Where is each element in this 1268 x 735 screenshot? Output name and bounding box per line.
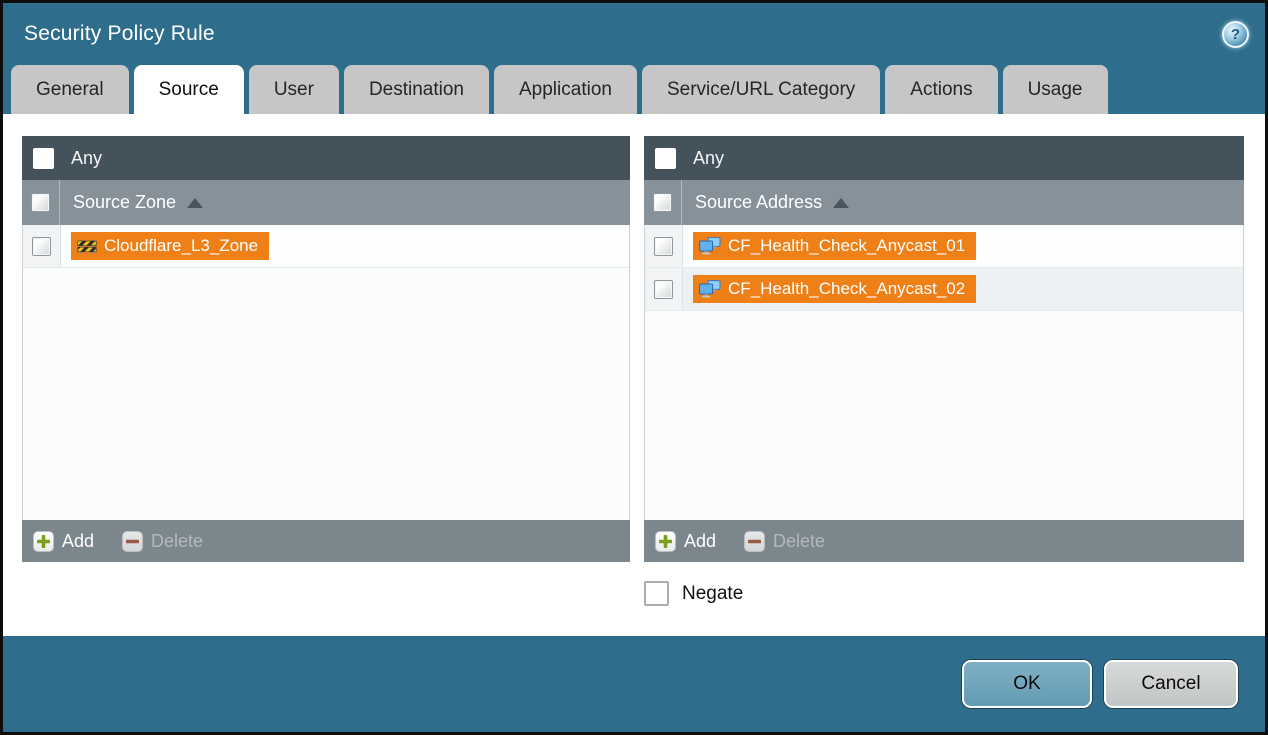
dialog-footer: OK Cancel <box>3 636 1265 732</box>
source-address-select-all-checkbox[interactable] <box>653 193 672 212</box>
negate-row: Negate <box>644 581 1244 606</box>
tab-usage[interactable]: Usage <box>1003 65 1108 114</box>
table-row[interactable]: Cloudflare_L3_Zone <box>23 225 629 268</box>
row-checkbox[interactable] <box>32 237 51 256</box>
negate-label: Negate <box>682 583 743 605</box>
source-zone-column-header[interactable]: Source Zone <box>22 180 630 225</box>
tab-service-url-category[interactable]: Service/URL Category <box>642 65 880 114</box>
row-checkbox[interactable] <box>654 237 673 256</box>
tab-actions[interactable]: Actions <box>885 65 997 114</box>
sort-ascending-icon <box>187 198 203 208</box>
tab-destination[interactable]: Destination <box>344 65 489 114</box>
source-zone-select-all-checkbox[interactable] <box>31 193 50 212</box>
add-zone-button[interactable]: Add <box>33 531 94 552</box>
address-name: CF_Health_Check_Anycast_02 <box>728 279 965 299</box>
dialog-title: Security Policy Rule <box>24 22 215 46</box>
security-policy-rule-dialog: Security Policy Rule ? General Source Us… <box>0 0 1268 735</box>
zone-icon <box>77 238 97 254</box>
source-address-any-checkbox[interactable] <box>655 148 676 169</box>
empty-list-area <box>645 311 1243 520</box>
source-zone-list: Cloudflare_L3_Zone <box>22 225 630 520</box>
add-label: Add <box>62 531 94 552</box>
source-address-toolbar: Add Delete <box>644 520 1244 562</box>
table-row[interactable]: CF_Health_Check_Anycast_02 <box>645 268 1243 311</box>
delete-zone-button[interactable]: Delete <box>122 531 203 552</box>
delete-label: Delete <box>773 531 825 552</box>
address-icon <box>699 280 721 298</box>
add-icon <box>33 531 54 552</box>
source-address-column-header[interactable]: Source Address <box>644 180 1244 225</box>
address-value-chip[interactable]: CF_Health_Check_Anycast_01 <box>693 232 976 260</box>
address-name: CF_Health_Check_Anycast_01 <box>728 236 965 256</box>
help-glyph: ? <box>1231 26 1240 43</box>
source-zone-panel: Any Source Zone <box>22 136 630 562</box>
add-label: Add <box>684 531 716 552</box>
cancel-button[interactable]: Cancel <box>1104 660 1238 708</box>
source-zone-toolbar: Add Delete <box>22 520 630 562</box>
address-icon <box>699 237 721 255</box>
source-address-column-title: Source Address <box>695 192 822 213</box>
delete-icon <box>122 531 143 552</box>
ok-button[interactable]: OK <box>962 660 1092 708</box>
tab-application[interactable]: Application <box>494 65 637 114</box>
sort-ascending-icon <box>833 198 849 208</box>
tab-source[interactable]: Source <box>134 65 244 114</box>
source-address-list: CF_Health_Check_Anycast_01 <box>644 225 1244 520</box>
address-value-chip[interactable]: CF_Health_Check_Anycast_02 <box>693 275 976 303</box>
source-address-any-label: Any <box>693 148 724 169</box>
delete-address-button[interactable]: Delete <box>744 531 825 552</box>
source-zone-any-bar: Any <box>22 136 630 180</box>
delete-label: Delete <box>151 531 203 552</box>
source-zone-any-label: Any <box>71 148 102 169</box>
empty-list-area <box>23 268 629 520</box>
negate-checkbox[interactable] <box>644 581 669 606</box>
delete-icon <box>744 531 765 552</box>
source-address-any-bar: Any <box>644 136 1244 180</box>
table-row[interactable]: CF_Health_Check_Anycast_01 <box>645 225 1243 268</box>
source-address-panel: Any Source Address <box>644 136 1244 562</box>
dialog-titlebar: Security Policy Rule ? <box>3 3 1265 65</box>
tab-content-source: Any Source Zone <box>3 114 1265 636</box>
tab-general[interactable]: General <box>11 65 129 114</box>
zone-name: Cloudflare_L3_Zone <box>104 236 258 256</box>
tab-user[interactable]: User <box>249 65 339 114</box>
add-icon <box>655 531 676 552</box>
tab-bar: General Source User Destination Applicat… <box>3 65 1265 114</box>
source-zone-any-checkbox[interactable] <box>33 148 54 169</box>
row-checkbox[interactable] <box>654 280 673 299</box>
source-zone-column-title: Source Zone <box>73 192 176 213</box>
zone-value-chip[interactable]: Cloudflare_L3_Zone <box>71 232 269 260</box>
add-address-button[interactable]: Add <box>655 531 716 552</box>
help-icon[interactable]: ? <box>1222 21 1249 48</box>
